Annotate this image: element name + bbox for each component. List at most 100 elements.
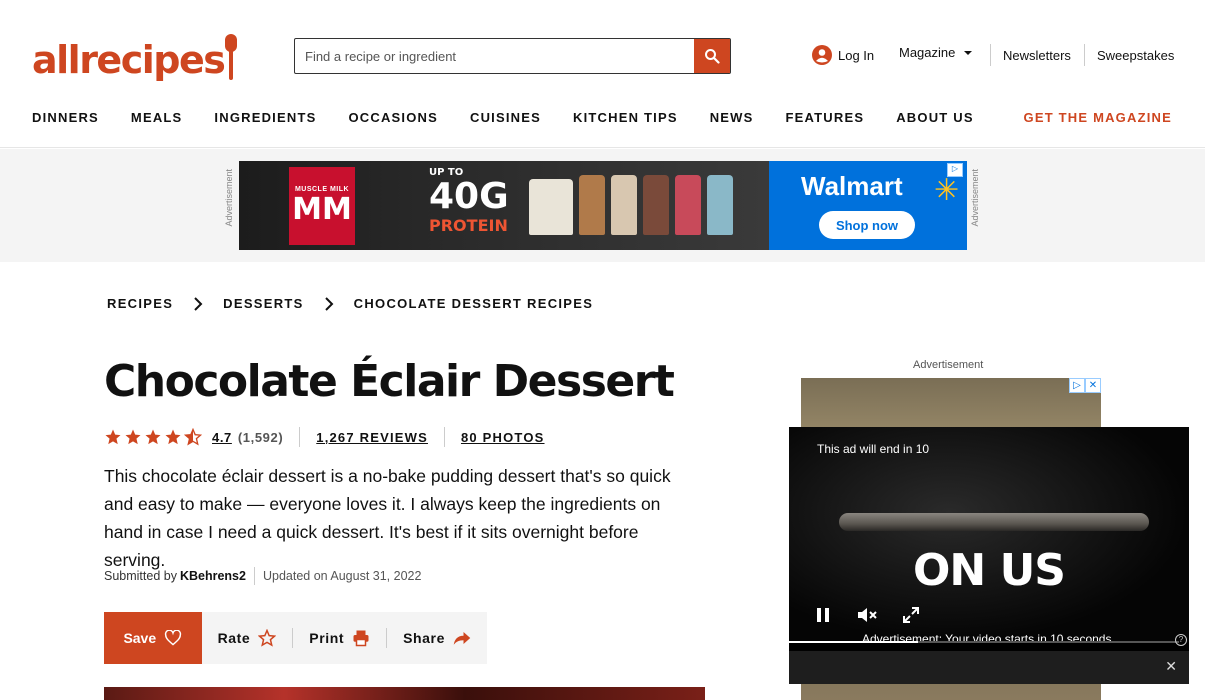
protein-word: PROTEIN xyxy=(429,216,508,235)
star-half-icon xyxy=(184,428,202,446)
search-icon xyxy=(705,49,720,64)
header-divider xyxy=(1084,44,1085,66)
ad-countdown: This ad will end in 10 xyxy=(817,442,930,456)
get-magazine-link[interactable]: GET THE MAGAZINE xyxy=(1024,110,1172,125)
rating-count: (1,592) xyxy=(237,429,284,445)
breadcrumb-desserts[interactable]: DESSERTS xyxy=(223,296,303,311)
separator xyxy=(443,427,445,447)
rail-ad-label: Advertisement xyxy=(913,359,984,371)
print-button[interactable]: Print xyxy=(293,629,386,647)
muted-speaker-icon xyxy=(858,608,877,622)
walmart-ad: Walmart ✳ Shop now ▷ xyxy=(769,161,967,250)
video-player[interactable]: This ad will end in 10 ON US Advertiseme… xyxy=(789,427,1189,684)
share-arrow-icon xyxy=(453,632,471,645)
close-ad-icon[interactable]: ✕ xyxy=(1085,378,1101,393)
ad-label-left: Advertisement xyxy=(224,169,234,227)
user-account-icon xyxy=(812,45,832,65)
brand-logo: MM xyxy=(292,191,352,227)
nav-news[interactable]: NEWS xyxy=(710,110,754,125)
logo-text: allrecipes xyxy=(32,38,226,82)
reviews-link[interactable]: 1,267 REVIEWS xyxy=(316,430,428,445)
newsletters-link[interactable]: Newsletters xyxy=(1003,48,1071,63)
recipe-description: This chocolate éclair dessert is a no-ba… xyxy=(104,466,671,570)
share-button[interactable]: Share xyxy=(387,630,487,646)
video-frame xyxy=(789,427,1189,642)
nav-ingredients[interactable]: INGREDIENTS xyxy=(214,110,316,125)
product-tub xyxy=(529,179,573,235)
video-progress-fill xyxy=(789,641,918,643)
ad-band: Advertisement Advertisement MUSCLE MILK … xyxy=(0,149,1205,262)
magazine-label: Magazine xyxy=(899,45,956,60)
video-ad-message: Advertisement: Your video starts in 10 s… xyxy=(862,632,1115,646)
magazine-dropdown[interactable]: Magazine xyxy=(899,45,973,60)
banner-ad[interactable]: MUSCLE MILK MM UP TO 40G PROTEIN Walmart… xyxy=(239,161,967,250)
nav-dinners[interactable]: DINNERS xyxy=(32,110,99,125)
nav-occasions[interactable]: OCCASIONS xyxy=(348,110,438,125)
protein-callout: UP TO 40G PROTEIN xyxy=(429,167,509,235)
rate-label: Rate xyxy=(217,630,251,646)
chevron-right-icon xyxy=(324,296,334,311)
shop-now-button[interactable]: Shop now xyxy=(819,211,915,239)
rating-value[interactable]: 4.7 xyxy=(212,430,232,445)
spoon-icon xyxy=(225,34,238,82)
video-progress-track xyxy=(918,641,1179,643)
star-full-icon xyxy=(125,429,141,445)
video-phone-graphic xyxy=(839,513,1149,531)
pause-button[interactable] xyxy=(813,605,833,625)
adchoices-icon[interactable]: ▷ xyxy=(1069,378,1085,393)
photos-link[interactable]: 80 PHOTOS xyxy=(461,430,545,445)
nav-about-us[interactable]: ABOUT US xyxy=(896,110,974,125)
close-video-icon[interactable]: ✕ xyxy=(1165,658,1177,675)
share-label: Share xyxy=(403,630,445,646)
star-outline-icon xyxy=(258,629,277,647)
muscle-milk-logo: MUSCLE MILK MM xyxy=(289,167,355,245)
pause-icon xyxy=(817,608,829,622)
product-bottle xyxy=(643,175,669,235)
separator xyxy=(299,427,301,447)
nav-kitchen-tips[interactable]: KITCHEN TIPS xyxy=(573,110,678,125)
nav-meals[interactable]: MEALS xyxy=(131,110,183,125)
help-icon[interactable]: ? xyxy=(1175,634,1187,646)
allrecipes-logo[interactable]: allrecipes xyxy=(32,30,238,82)
recipe-action-bar: Save Rate Print Share xyxy=(104,612,487,664)
recipe-hero-image xyxy=(104,687,705,700)
login-label: Log In xyxy=(838,47,875,63)
video-headline: ON US xyxy=(913,545,1066,596)
sweepstakes-link[interactable]: Sweepstakes xyxy=(1097,48,1174,63)
updated-date: Updated on August 31, 2022 xyxy=(262,569,422,583)
main-nav: DINNERS MEALS INGREDIENTS OCCASIONS CUIS… xyxy=(32,110,1006,125)
rail-ad-controls: ▷ ✕ xyxy=(1069,378,1101,393)
fullscreen-icon xyxy=(903,607,919,623)
breadcrumb-chocolate-dessert-recipes[interactable]: CHOCOLATE DESSERT RECIPES xyxy=(354,296,594,311)
banner-ad-left: MUSCLE MILK MM UP TO 40G PROTEIN xyxy=(239,161,769,250)
login-link[interactable]: Log In xyxy=(812,45,874,65)
adchoices-icon[interactable]: ▷ xyxy=(947,163,963,177)
fullscreen-button[interactable] xyxy=(901,605,921,625)
printer-icon xyxy=(353,630,369,647)
product-bottle xyxy=(611,175,637,235)
save-button[interactable]: Save xyxy=(104,612,202,664)
nav-cuisines[interactable]: CUISINES xyxy=(470,110,541,125)
chevron-right-icon xyxy=(193,296,203,311)
video-bottom-bar: ✕ xyxy=(789,651,1189,684)
header-divider xyxy=(990,44,991,66)
save-label: Save xyxy=(123,630,157,646)
walmart-spark-icon: ✳ xyxy=(934,174,960,207)
separator xyxy=(253,567,255,585)
print-label: Print xyxy=(309,630,345,646)
walmart-logo-text: Walmart xyxy=(801,171,903,201)
rate-button[interactable]: Rate xyxy=(202,629,293,647)
product-bottles xyxy=(529,175,733,235)
breadcrumb-recipes[interactable]: RECIPES xyxy=(107,296,173,311)
nav-features[interactable]: FEATURES xyxy=(786,110,865,125)
product-bottle xyxy=(579,175,605,235)
search-button[interactable] xyxy=(694,39,730,73)
site-header: allrecipes Log In Magazine Newsletters S… xyxy=(0,0,1205,148)
product-bottle xyxy=(707,175,733,235)
star-rating[interactable] xyxy=(104,428,202,446)
author-link[interactable]: KBehrens2 xyxy=(180,569,246,583)
star-full-icon xyxy=(105,429,121,445)
protein-amount: 40G xyxy=(429,176,509,217)
search-input[interactable] xyxy=(295,39,694,73)
mute-button[interactable] xyxy=(857,605,877,625)
